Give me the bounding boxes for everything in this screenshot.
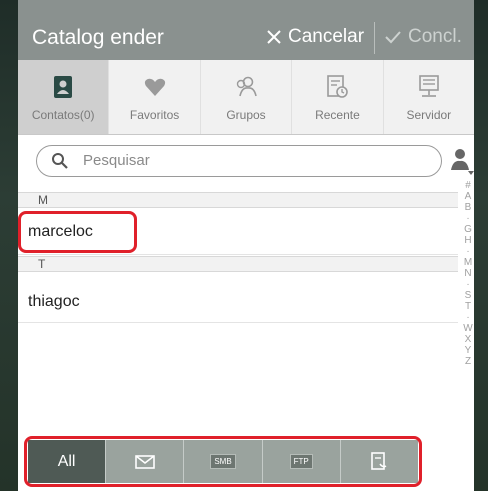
header-divider (374, 22, 375, 54)
checkmark-icon (385, 31, 401, 44)
recent-icon (327, 75, 349, 98)
index-letter[interactable]: N (464, 268, 471, 279)
heart-icon (144, 78, 165, 96)
index-letter[interactable]: A (465, 191, 472, 202)
index-letter[interactable]: S (465, 290, 472, 301)
index-letter[interactable]: T (465, 301, 471, 312)
alphabet-index[interactable]: # A B · G H · M N · S T · W X Y Z (462, 180, 474, 367)
index-letter[interactable]: G (464, 224, 472, 235)
tab-label: Grupos (226, 108, 266, 122)
server-icon (419, 75, 439, 97)
tab-favorites[interactable]: Favoritos (109, 60, 201, 134)
tab-recent[interactable]: Recente (292, 60, 384, 134)
search-icon (52, 153, 68, 169)
cancel-label: Cancelar (288, 26, 365, 47)
tab-label: Recente (315, 108, 360, 122)
index-letter[interactable]: · (466, 213, 469, 224)
list-item[interactable]: thiagoc (18, 273, 458, 323)
tab-label: Contatos(0) (31, 108, 95, 122)
group-icon (236, 76, 257, 97)
index-letter[interactable]: M (464, 257, 472, 268)
section-header-t: T (18, 256, 458, 272)
index-letter[interactable]: Y (465, 345, 472, 356)
cancel-button[interactable]: Cancelar (266, 26, 364, 48)
highlight-filter-bar (24, 436, 422, 487)
tab-server[interactable]: Servidor (384, 60, 474, 134)
close-icon (267, 30, 281, 44)
tab-label: Servidor (406, 108, 452, 122)
index-letter[interactable]: · (466, 279, 469, 290)
dialog-title: Catalog ender (32, 26, 164, 49)
search-placeholder: Pesquisar (83, 152, 150, 169)
tab-contacts[interactable]: Contatos(0) (18, 60, 110, 134)
index-letter[interactable]: · (466, 312, 469, 323)
search-input[interactable]: Pesquisar (36, 145, 442, 177)
index-letter[interactable]: X (465, 334, 472, 345)
index-letter[interactable]: # (465, 180, 471, 191)
index-letter[interactable]: B (465, 202, 472, 213)
contact-picker-dialog: Catalog ender Cancelar Concl. Contatos(0… (18, 0, 474, 491)
contact-filter-icon[interactable] (448, 146, 476, 176)
index-letter[interactable]: W (463, 323, 472, 334)
index-letter[interactable]: Z (465, 356, 471, 367)
section-header-m: M (18, 192, 458, 208)
tab-groups[interactable]: Grupos (201, 60, 293, 134)
done-label: Concl. (408, 26, 462, 47)
background-right (474, 0, 488, 491)
highlight-marceloc (18, 211, 137, 253)
tab-bar: Contatos(0) Favoritos Grupos Recente Ser… (18, 60, 474, 135)
contacts-icon (54, 76, 73, 98)
index-letter[interactable]: · (466, 246, 469, 257)
tab-label: Favoritos (129, 108, 180, 122)
background-left (0, 0, 18, 491)
index-letter[interactable]: H (464, 235, 471, 246)
done-button[interactable]: Concl. (384, 26, 462, 48)
